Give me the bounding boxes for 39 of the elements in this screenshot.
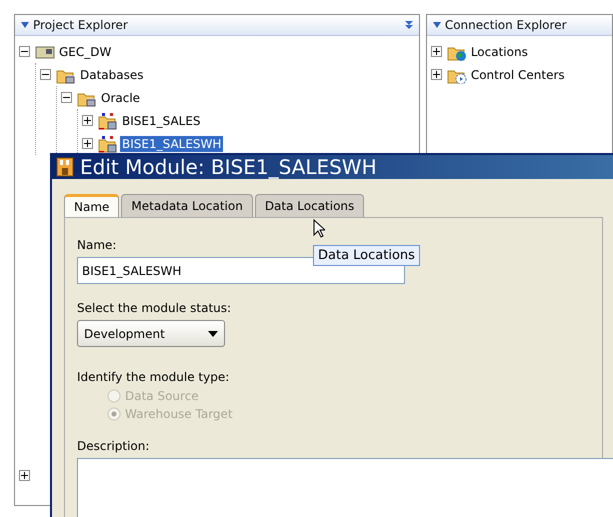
panel-title: Project Explorer	[33, 18, 129, 32]
panel-title: Connection Explorer	[444, 18, 568, 32]
collapse-toggle[interactable]	[19, 46, 30, 57]
tree-item[interactable]: BISE1_SALESWH	[120, 136, 224, 152]
radio-label: Warehouse Target	[125, 407, 233, 421]
collapse-toggle[interactable]	[40, 69, 51, 80]
tree-item[interactable]: Oracle	[99, 90, 142, 106]
tree-item[interactable]: Control Centers	[468, 66, 567, 82]
tab[interactable]: Data Locations	[254, 194, 364, 217]
database-module-icon	[98, 134, 118, 152]
tree-item[interactable]: Locations	[468, 44, 530, 60]
expand-toggle[interactable]	[19, 470, 30, 481]
field-label: Name:	[77, 238, 118, 252]
collapse-toggle[interactable]	[61, 92, 72, 103]
field-label: Identify the module type:	[77, 370, 230, 384]
tooltip: Data Locations	[313, 245, 420, 266]
tree-item[interactable]: GEC_DW	[57, 44, 114, 60]
caret-icon	[208, 330, 218, 336]
tab[interactable]: Metadata Location	[121, 194, 253, 217]
database-module-icon	[98, 112, 118, 130]
status-dropdown[interactable]: Development	[77, 320, 225, 347]
collapse-arrow-icon[interactable]	[432, 22, 441, 28]
tree-item[interactable]: Databases	[78, 66, 146, 82]
collapse-arrow-icon[interactable]	[21, 22, 29, 28]
expand-toggle[interactable]	[82, 138, 93, 149]
radio-label: Data Source	[125, 389, 199, 403]
panel-menu-icon[interactable]	[404, 21, 413, 29]
tab[interactable]: Name	[64, 194, 120, 217]
expand-toggle[interactable]	[430, 46, 442, 57]
field-label: Description:	[77, 439, 150, 453]
tree-item[interactable]: BISE1_SALES	[120, 112, 203, 128]
dialog-title: Edit Module: BISE1_SALESWH	[80, 155, 377, 179]
server-icon	[35, 44, 55, 60]
field-label: Select the module status:	[77, 301, 232, 315]
expand-toggle[interactable]	[430, 69, 442, 80]
mouse-pointer-icon	[313, 219, 325, 239]
description-field[interactable]	[77, 458, 613, 517]
module-icon	[56, 157, 74, 177]
expand-toggle[interactable]	[82, 115, 93, 126]
